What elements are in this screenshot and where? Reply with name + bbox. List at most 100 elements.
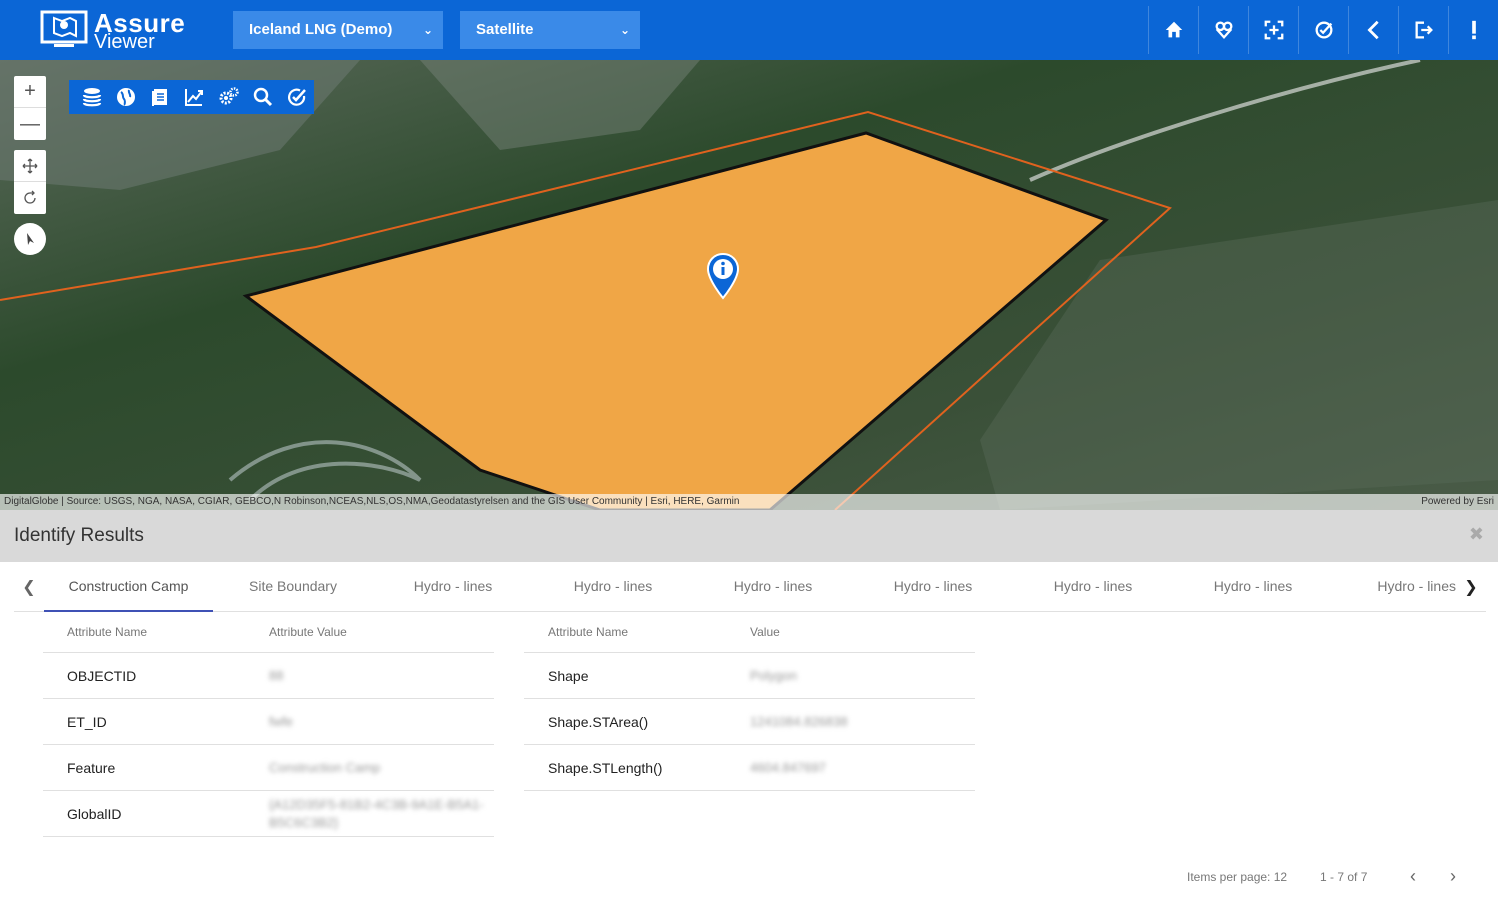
map-view[interactable] [0,60,1498,510]
basemap-select-value: Satellite [476,21,534,38]
satellite-basemap [0,60,1498,510]
navigation-control [14,150,46,214]
col-value: Value [750,625,780,639]
pan-button[interactable] [14,150,46,182]
identify-panel-header: Identify Results ✖ [0,510,1498,562]
col-attribute-name: Attribute Name [67,625,148,639]
close-icon[interactable]: ✖ [1469,524,1484,545]
checklist-button[interactable] [1298,6,1348,54]
zoom-control: + — [14,76,46,140]
table-row: Shape Polygon [524,653,975,699]
map-attribution: DigitalGlobe | Source: USGS, NGA, NASA, … [0,494,1498,510]
tab-hydro-lines[interactable]: Hydro - lines [373,562,533,612]
chevron-down-icon: ⌄ [422,23,433,37]
settings-icon [219,87,239,105]
compass-icon [27,233,34,245]
zoom-in-button[interactable]: + [14,76,46,108]
compass-button[interactable] [14,223,46,255]
home-icon [1165,21,1182,38]
settings-button[interactable] [212,80,246,114]
pan-icon [22,158,38,173]
location-icon [1215,21,1232,40]
attr-value: fwfe [269,714,293,729]
attr-value: 88 [269,668,284,683]
search-button[interactable] [246,80,280,114]
zoom-extent-button[interactable] [1248,6,1298,54]
tab-hydro-lines[interactable]: Hydro - lines [853,562,1013,612]
page-range: 1 - 7 of 7 [1320,870,1368,884]
table-header: Attribute Name Attribute Value [43,612,494,653]
back-icon [1366,20,1379,40]
alert-button[interactable] [1448,6,1498,54]
results-tabs: ❮ Construction Camp Site Boundary Hydro … [14,562,1486,612]
tab-hydro-lines[interactable]: Hydro - lines [693,562,853,612]
info-marker-icon[interactable] [706,252,740,300]
globe-button[interactable] [109,80,143,114]
powered-by-esri[interactable]: Powered by Esri [1421,494,1494,510]
attributes-table-2: Attribute Name Value Shape Polygon Shape… [524,612,975,791]
logo-subtitle: Viewer [94,31,155,53]
items-per-page[interactable]: Items per page: 12 [1187,870,1287,890]
basemap-select[interactable]: Satellite ⌄ [460,11,640,49]
attributes-table-1: Attribute Name Attribute Value OBJECTID … [43,612,494,837]
attr-value: Construction Camp [269,760,381,775]
location-button[interactable] [1198,6,1248,54]
tab-hydro-lines[interactable]: Hydro - lines [1333,562,1456,612]
table-row: GlobalID {A12D35F5-81B2-4C3B-9A1E-B5A1-B… [43,791,494,837]
chart-icon [185,89,204,106]
table-row: Feature Construction Camp [43,745,494,791]
project-select[interactable]: Iceland LNG (Demo) ⌄ [233,11,443,49]
attr-value: {A12D35F5-81B2-4C3B-9A1E-B5A1-B5C6C3B2} [269,796,484,830]
tabs-scroll-left-button[interactable]: ❮ [14,562,44,612]
zoom-extent-icon [1264,20,1283,40]
layers-icon [82,88,102,107]
back-button[interactable] [1348,6,1398,54]
attr-name: Shape.STLength() [548,759,663,776]
attr-name: Feature [67,759,116,776]
alert-icon [1471,20,1476,40]
attr-name: OBJECTID [67,667,137,684]
zoom-out-button[interactable]: — [14,108,46,140]
attr-name: ET_ID [67,713,107,730]
table-row: Shape.STLength() 4604.847697 [524,745,975,791]
rotate-icon [24,190,36,204]
col-attribute-value: Attribute Value [269,625,347,639]
tab-hydro-lines[interactable]: Hydro - lines [1013,562,1173,612]
table-row: ET_ID fwfe [43,699,494,745]
attr-name: Shape.STArea() [548,713,649,730]
document-icon [152,89,168,106]
check-circle-icon [287,88,306,106]
attribution-text: DigitalGlobe | Source: USGS, NGA, NASA, … [4,496,740,507]
attr-name: GlobalID [67,805,122,822]
tab-hydro-lines[interactable]: Hydro - lines [1173,562,1333,612]
chart-button[interactable] [177,80,211,114]
attr-value: Polygon [750,668,797,683]
tab-construction-camp[interactable]: Construction Camp [44,562,213,612]
document-button[interactable] [143,80,177,114]
logo-monitor-icon [40,10,88,47]
logout-button[interactable] [1398,6,1448,54]
col-attribute-name: Attribute Name [548,625,629,639]
tabs-scroll-right-button[interactable]: ❯ [1456,562,1486,612]
check-button[interactable] [280,80,314,114]
app-logo[interactable]: Assure Viewer [40,8,190,53]
home-button[interactable] [1148,6,1198,54]
tab-hydro-lines[interactable]: Hydro - lines [533,562,693,612]
table-row: Shape.STArea() 1241084.826838 [524,699,975,745]
attr-value: 1241084.826838 [750,714,848,729]
rotate-button[interactable] [14,182,46,214]
project-select-value: Iceland LNG (Demo) [249,21,393,38]
layers-button[interactable] [75,80,109,114]
table-row: OBJECTID 88 [43,653,494,699]
checklist-icon [1315,21,1332,39]
app-header: Assure Viewer Iceland LNG (Demo) ⌄ Satel… [0,0,1498,60]
next-page-button[interactable]: › [1450,866,1456,887]
panel-title: Identify Results [14,525,144,546]
tab-site-boundary[interactable]: Site Boundary [213,562,373,612]
attr-name: Shape [548,667,589,684]
attr-value: 4604.847697 [750,760,826,775]
logout-icon [1415,21,1433,39]
previous-page-button[interactable]: ‹ [1410,866,1416,887]
header-toolbar [1148,6,1498,54]
map-toolbar [69,80,314,114]
